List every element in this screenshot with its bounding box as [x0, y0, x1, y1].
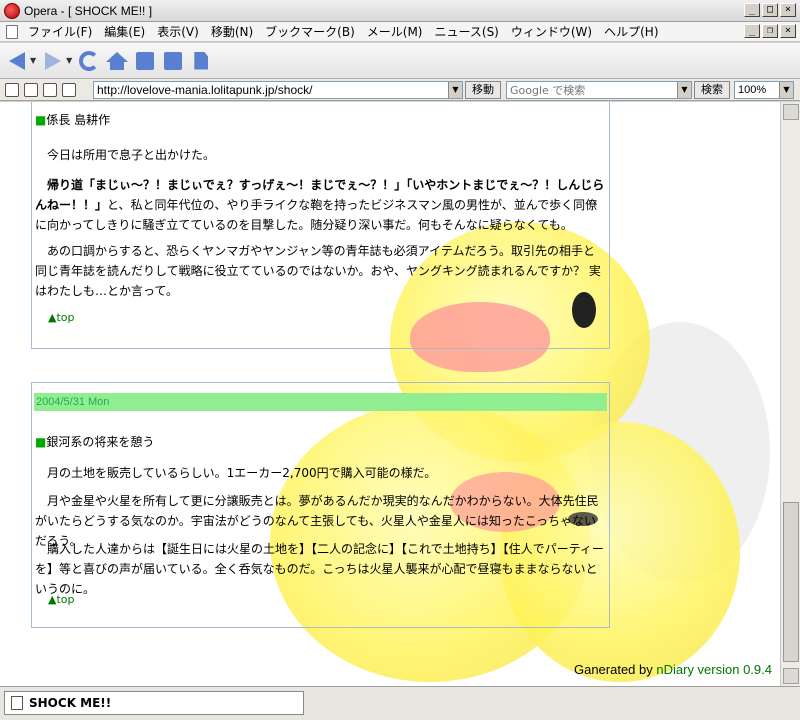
menu-mail[interactable]: メール(M): [361, 23, 429, 40]
menu-edit[interactable]: 編集(E): [98, 23, 151, 40]
scroll-up-button[interactable]: [783, 104, 799, 120]
menu-bookmarks[interactable]: ブックマーク(B): [259, 23, 361, 40]
search-button[interactable]: 検索: [694, 81, 730, 99]
zoom-select[interactable]: 100% ▼: [734, 81, 794, 99]
address-bar: http://lovelove-mania.lolitapunk.jp/shoc…: [0, 79, 800, 101]
hotlist-button[interactable]: [134, 50, 156, 72]
url-field[interactable]: http://lovelove-mania.lolitapunk.jp/shoc…: [93, 81, 463, 99]
home-button[interactable]: [106, 50, 129, 72]
vertical-scrollbar[interactable]: [780, 102, 800, 686]
reload-icon: [79, 50, 100, 71]
menu-navigation[interactable]: 移動(N): [205, 23, 259, 40]
menu-news[interactable]: ニュース(S): [428, 23, 504, 40]
go-button[interactable]: 移動: [465, 81, 501, 99]
navigation-toolbar: ▼ ▼: [0, 43, 800, 79]
maximize-button[interactable]: □: [762, 3, 778, 17]
url-history-dropdown[interactable]: ▼: [448, 82, 462, 98]
forward-history-dropdown[interactable]: ▼: [66, 56, 72, 65]
tab-label: SHOCK ME!!: [29, 696, 112, 710]
entry-heading: ■銀河系の将来を憩う: [35, 435, 155, 449]
new-page-button[interactable]: [190, 50, 212, 72]
mdi-close-button[interactable]: ×: [780, 24, 796, 38]
printer-icon: [164, 51, 183, 70]
entry-paragraph: 帰り道「まじぃ～？！まじぃでぇ？すっげぇ～！まじでぇ～？！」「いやホントまじでぇ…: [35, 178, 605, 232]
back-to-top-link[interactable]: ▲top: [48, 311, 75, 324]
status-bar: SHOCK ME!!: [0, 686, 800, 720]
diary-entry: 2004/5/31 Mon ■銀河系の将来を憩う 月の土地を販売しているらしい。…: [31, 382, 610, 628]
cookie-icon[interactable]: [24, 82, 38, 97]
url-text[interactable]: http://lovelove-mania.lolitapunk.jp/shoc…: [94, 83, 448, 97]
entry-heading: ■係長 島耕作: [35, 113, 111, 127]
diary-entry: ■係長 島耕作 今日は所用で息子と出かけた。 帰り道「まじぃ～？！まじぃでぇ？す…: [31, 102, 610, 349]
reload-button[interactable]: [78, 50, 100, 72]
minimize-button[interactable]: _: [744, 3, 760, 17]
document-icon: [6, 24, 18, 39]
search-field[interactable]: ▼: [506, 81, 692, 99]
scrollbar-thumb[interactable]: [783, 502, 799, 662]
back-history-dropdown[interactable]: ▼: [30, 56, 36, 65]
menu-view[interactable]: 表示(V): [151, 23, 205, 40]
opera-logo-icon: [4, 2, 20, 19]
zoom-value: 100%: [738, 84, 767, 96]
print-button[interactable]: [162, 50, 184, 72]
title-bar: Opera - [ SHOCK ME!! ] _ □ ×: [0, 0, 800, 22]
hotlist-icon: [136, 51, 155, 70]
entry-paragraph: 購入した人達からは【誕生日には火星の土地を】【二人の記念に】【これで土地持ち】【…: [35, 542, 604, 596]
entry-date: 2004/5/31 Mon: [34, 393, 607, 411]
forward-arrow-icon: [45, 51, 62, 70]
page-content: ■係長 島耕作 今日は所用で息子と出かけた。 帰り道「まじぃ～？！まじぃでぇ？す…: [0, 102, 780, 686]
scroll-down-button[interactable]: [783, 668, 799, 684]
user-icon[interactable]: [62, 82, 76, 97]
back-to-top-link[interactable]: ▲top: [48, 593, 75, 606]
window-title: Opera - [ SHOCK ME!! ]: [24, 3, 153, 18]
close-button[interactable]: ×: [780, 3, 796, 17]
back-button[interactable]: [6, 50, 28, 72]
search-engine-dropdown[interactable]: ▼: [677, 82, 691, 98]
mdi-restore-button[interactable]: ❐: [762, 24, 778, 38]
entry-paragraph: 今日は所用で息子と出かけた。: [47, 148, 216, 162]
mdi-minimize-button[interactable]: _: [744, 24, 760, 38]
page-info-icon[interactable]: [43, 82, 57, 97]
page-tab[interactable]: SHOCK ME!!: [4, 691, 304, 715]
forward-button[interactable]: [42, 50, 64, 72]
ndiary-link[interactable]: nDiary version 0.9.4: [656, 662, 772, 677]
security-lock-icon[interactable]: [5, 82, 19, 97]
menu-window[interactable]: ウィンドウ(W): [505, 23, 598, 40]
window-controls: _ □ ×: [744, 3, 796, 17]
page-icon: [11, 696, 23, 710]
menu-help[interactable]: ヘルプ(H): [598, 23, 664, 40]
menu-file[interactable]: ファイル(F): [22, 23, 98, 40]
entry-paragraph: あの口調からすると、恐らくヤンマガやヤンジャン等の青年誌も必須アイテムだろう。取…: [35, 244, 601, 298]
new-page-icon: [194, 51, 209, 70]
search-input[interactable]: [507, 83, 677, 97]
entry-paragraph: 月の土地を販売しているらしい。1エーカー2,700円で購入可能の様だ。: [47, 466, 437, 480]
back-arrow-icon: [9, 51, 25, 70]
menu-bar: ファイル(F) 編集(E) 表示(V) 移動(N) ブックマーク(B) メール(…: [0, 22, 800, 42]
mdi-controls: _ ❐ ×: [744, 24, 796, 38]
home-icon: [106, 51, 129, 70]
generated-by-footer: Ganerated by nDiary version 0.9.4: [573, 662, 772, 677]
zoom-dropdown[interactable]: ▼: [779, 82, 793, 98]
